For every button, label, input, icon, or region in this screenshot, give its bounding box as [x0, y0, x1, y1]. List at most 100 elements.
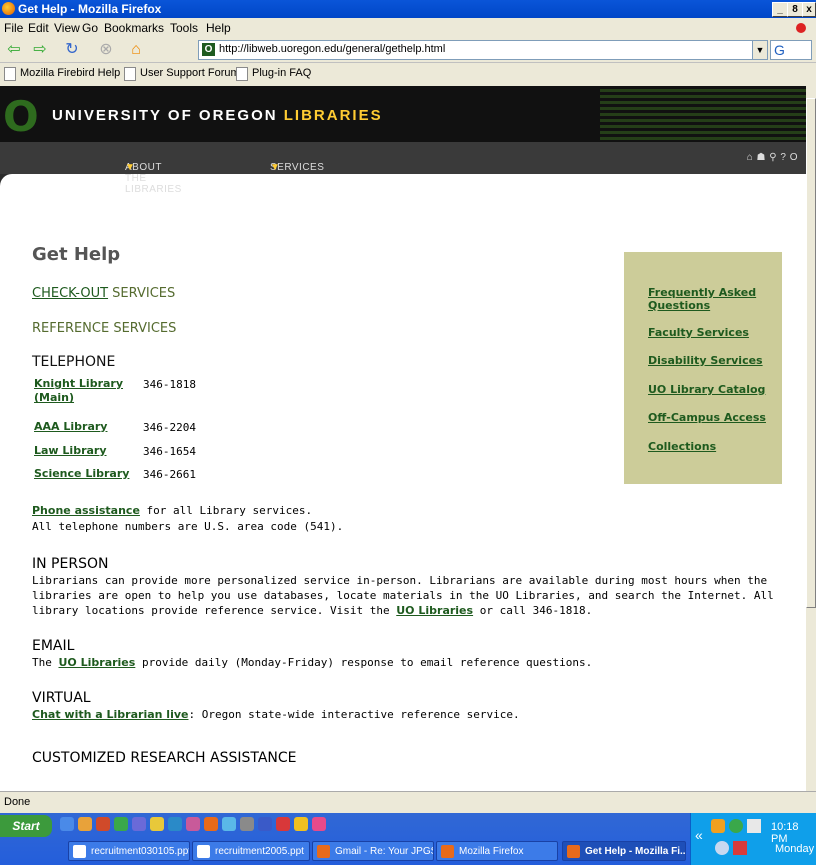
quicklaunch-icon[interactable]	[258, 817, 272, 831]
checkout-link[interactable]: CHECK-OUT	[32, 286, 108, 301]
aaa-library-link[interactable]: AAA Library	[34, 420, 107, 433]
system-tray: « 10:18 PM Monday	[690, 813, 816, 865]
quicklaunch-icon[interactable]	[132, 817, 146, 831]
firefox-icon	[317, 845, 330, 858]
stop-indicator-icon	[796, 23, 806, 33]
quicklaunch-icon[interactable]	[168, 817, 182, 831]
menu-edit[interactable]: Edit	[28, 21, 49, 35]
sidebar-catalog-link[interactable]: UO Library Catalog	[648, 383, 778, 396]
site-nav: ABOUT THE LIBRARIES ▼ SERVICES ▼ ⌂ ☗ ⚲ ?…	[0, 142, 806, 195]
sidebar-collections-link[interactable]: Collections	[648, 440, 778, 453]
status-text: Done	[4, 796, 31, 808]
tray-icon[interactable]	[747, 819, 761, 833]
window-title: Get Help - Mozilla Firefox	[18, 2, 162, 16]
home-icon[interactable]: ⌂	[126, 40, 146, 60]
close-button[interactable]: x	[802, 2, 816, 17]
quicklaunch-icon[interactable]	[186, 817, 200, 831]
address-bar[interactable]: O http://libweb.uoregon.edu/general/geth…	[198, 40, 754, 60]
quicklaunch-icon[interactable]	[276, 817, 290, 831]
start-button[interactable]: Start	[0, 815, 52, 837]
site-header: O UNIVERSITY OF OREGON LIBRARIES ABOUT T…	[0, 86, 806, 195]
knight-library-link[interactable]: Knight Library (Main)	[34, 377, 123, 404]
sidebar-faq-link[interactable]: Frequently Asked Questions	[648, 286, 778, 312]
sidebar-faculty-link[interactable]: Faculty Services	[648, 326, 778, 339]
back-icon[interactable]: ⇦	[4, 40, 24, 60]
menu-view[interactable]: View	[54, 21, 80, 35]
menu-help[interactable]: Help	[206, 21, 231, 35]
science-number: 346-2661	[143, 468, 196, 481]
quicklaunch-icon[interactable]	[150, 817, 164, 831]
stop-icon[interactable]: ⊗	[96, 40, 116, 60]
menu-bookmarks[interactable]: Bookmarks	[104, 21, 164, 35]
phone-assistance-link[interactable]: Phone assistance	[32, 504, 140, 517]
firefox-quicklaunch-icon[interactable]	[204, 817, 218, 831]
minimize-button[interactable]: _	[772, 2, 788, 17]
google-icon: G	[774, 42, 785, 58]
bookmark-firebird-help[interactable]: Mozilla Firebird Help	[20, 67, 120, 79]
in-person-text: Librarians can provide more personalized…	[32, 574, 774, 617]
bookmark-page-icon	[236, 67, 248, 81]
firefox-icon	[441, 845, 454, 858]
bookmark-support-forum[interactable]: User Support Forum	[140, 67, 240, 79]
navigation-toolbar: ⇦ ⇨ ↻ ⊗ ⌂ O http://libweb.uoregon.edu/ge…	[0, 38, 816, 62]
menu-file[interactable]: File	[4, 21, 23, 35]
quicklaunch-icon[interactable]	[114, 817, 128, 831]
uo-logo-icon[interactable]: O	[3, 92, 39, 141]
quicklaunch-icon[interactable]	[240, 817, 254, 831]
status-bar: Done	[0, 791, 816, 814]
task-mozilla-firefox[interactable]: Mozilla Firefox	[436, 841, 558, 861]
volume-icon[interactable]	[733, 841, 747, 855]
sidebar-disability-link[interactable]: Disability Services	[648, 354, 778, 367]
vertical-scrollbar[interactable]	[806, 86, 816, 791]
sidebar-offcampus-link[interactable]: Off-Campus Access	[648, 411, 778, 424]
taskbar: Start recruitment030105.ppt recruitment2…	[0, 813, 816, 865]
quicklaunch-icon[interactable]	[78, 817, 92, 831]
task-recruitment2005[interactable]: recruitment2005.ppt	[192, 841, 310, 861]
dropdown-arrow-icon: ▼	[270, 162, 281, 173]
address-dropdown-icon[interactable]: ▼	[752, 40, 768, 60]
bookmark-page-icon	[124, 67, 136, 81]
bookmarks-toolbar: Mozilla Firebird Help User Support Forum…	[0, 62, 816, 85]
firefox-icon	[567, 845, 580, 858]
law-library-link[interactable]: Law Library	[34, 444, 107, 457]
task-get-help[interactable]: Get Help - Mozilla Fi...	[562, 841, 686, 861]
menu-bar: File Edit View Go Bookmarks Tools Help	[0, 18, 816, 38]
chat-librarian-link[interactable]: Chat with a Librarian live	[32, 708, 188, 721]
page-title: Get Help	[32, 244, 121, 265]
tray-icon[interactable]	[715, 841, 729, 855]
reload-icon[interactable]: ↻	[62, 40, 82, 60]
clock-time[interactable]: 10:18 PM	[771, 821, 816, 845]
task-recruitment030105[interactable]: recruitment030105.ppt	[68, 841, 190, 861]
bookmark-page-icon	[4, 67, 16, 81]
customized-heading: CUSTOMIZED RESEARCH ASSISTANCE	[32, 750, 297, 766]
maximize-button[interactable]: 8	[787, 2, 803, 17]
uo-libraries-link[interactable]: UO Libraries	[396, 604, 473, 617]
menu-go[interactable]: Go	[82, 21, 98, 35]
ie-icon[interactable]	[60, 817, 74, 831]
quicklaunch-icon[interactable]	[96, 817, 110, 831]
phone-assistance-line: Phone assistance for all Library service…	[32, 504, 313, 517]
science-library-link[interactable]: Science Library	[34, 467, 129, 480]
quicklaunch-icon[interactable]	[312, 817, 326, 831]
site-tool-icons[interactable]: ⌂ ☗ ⚲ ? O	[747, 152, 798, 163]
scroll-thumb[interactable]	[806, 98, 816, 608]
virtual-text: Chat with a Librarian live: Oregon state…	[32, 708, 520, 721]
page-content: O UNIVERSITY OF OREGON LIBRARIES ABOUT T…	[0, 86, 806, 791]
search-box[interactable]: G	[770, 40, 812, 60]
phone-row-law: Law Library	[34, 444, 107, 457]
in-person-heading: IN PERSON	[32, 556, 109, 572]
menu-tools[interactable]: Tools	[170, 21, 198, 35]
quicklaunch-icon[interactable]	[294, 817, 308, 831]
site-favicon-icon: O	[202, 43, 215, 56]
tray-icon[interactable]	[729, 819, 743, 833]
uo-libraries-email-link[interactable]: UO Libraries	[59, 656, 136, 669]
task-gmail[interactable]: Gmail - Re: Your JPGS - ...	[312, 841, 434, 861]
tray-expand-icon[interactable]: «	[695, 827, 703, 843]
tray-icon[interactable]	[711, 819, 725, 833]
aaa-number: 346-2204	[143, 421, 196, 434]
forward-icon[interactable]: ⇨	[30, 40, 50, 60]
firefox-icon	[2, 2, 15, 15]
site-name[interactable]: UNIVERSITY OF OREGON LIBRARIES	[52, 107, 383, 124]
bookmark-plugin-faq[interactable]: Plug-in FAQ	[252, 67, 311, 79]
quicklaunch-icon[interactable]	[222, 817, 236, 831]
